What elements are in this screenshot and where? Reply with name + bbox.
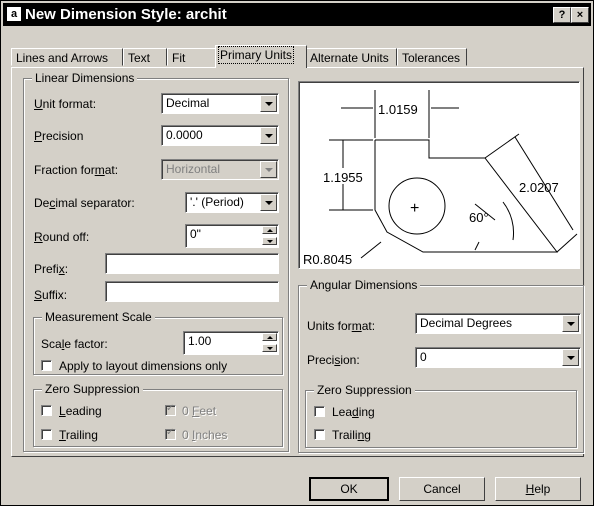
inches-checkbox	[165, 427, 176, 440]
close-button[interactable]: ×	[571, 7, 589, 23]
dimension-preview: 1.0159 1.1955 2.0207 60° R0.8045 +	[298, 81, 580, 269]
precision-select[interactable]: 0.0000	[161, 125, 279, 146]
tab-lines-and-arrows[interactable]: Lines and Arrows	[11, 48, 123, 66]
angular-units-format-select[interactable]: Decimal Degrees	[415, 313, 581, 334]
angle-text: 60°	[469, 210, 489, 225]
trailing-label: Trailing	[59, 428, 98, 442]
tab-text[interactable]: Text	[123, 48, 167, 66]
dim-right-text: 2.0207	[519, 180, 559, 195]
tab-tolerances[interactable]: Tolerances	[397, 48, 467, 66]
units-format-label: Units format:	[307, 319, 376, 333]
feet-label: 0 Feet	[182, 404, 217, 418]
fraction-format-label: Fraction format:	[34, 163, 119, 177]
suffix-label: Suffix:	[34, 288, 68, 302]
trailing-checkbox[interactable]	[41, 429, 52, 440]
window-title: New Dimension Style: archit	[25, 6, 227, 23]
fraction-format-select: Horizontal	[161, 159, 279, 180]
zero-suppression-angular-legend: Zero Suppression	[314, 383, 415, 397]
app-icon: a	[7, 7, 21, 21]
unit-format-label: Unit format:	[34, 97, 97, 111]
decimal-separator-select[interactable]: '.' (Period)	[185, 192, 279, 213]
radius-text: R0.8045	[303, 252, 352, 267]
cancel-button[interactable]: Cancel	[399, 477, 485, 501]
zero-suppression-linear-legend: Zero Suppression	[42, 382, 143, 396]
tab-fit[interactable]: Fit	[167, 48, 217, 66]
chevron-down-icon[interactable]	[260, 194, 277, 211]
precision-label: Precision	[34, 129, 84, 143]
part-outline	[374, 139, 559, 253]
angular-leading-label: Leading	[332, 405, 375, 419]
ok-button[interactable]: OK	[309, 477, 389, 501]
chevron-down-icon[interactable]	[562, 349, 579, 366]
tab-primary-units[interactable]: Primary Units	[215, 45, 307, 68]
scale-factor-spinner[interactable]: 1.00	[183, 331, 279, 355]
angular-precision-select[interactable]: 0	[415, 347, 581, 368]
tab-alternate-units[interactable]: Alternate Units	[305, 48, 397, 66]
dimension-style-dialog: a New Dimension Style: archit ? × Lines …	[0, 0, 594, 506]
leading-checkbox[interactable]	[41, 405, 52, 416]
help-question-button[interactable]: ?	[553, 7, 571, 23]
linear-dimensions-legend: Linear Dimensions	[32, 71, 138, 85]
scale-factor-label: Scale factor:	[41, 337, 108, 351]
leading-label: Leading	[59, 404, 102, 418]
prefix-input[interactable]	[105, 253, 279, 274]
chevron-down-icon[interactable]	[260, 127, 277, 144]
feet-checkbox	[165, 403, 176, 416]
angular-trailing-label: Trailing	[332, 428, 371, 442]
decimal-separator-label: Decimal separator:	[34, 196, 135, 210]
apply-layout-label: Apply to layout dimensions only	[59, 359, 228, 373]
spin-up-icon[interactable]	[262, 226, 277, 234]
apply-layout-checkbox[interactable]	[41, 360, 52, 371]
spin-down-icon[interactable]	[262, 344, 277, 352]
help-button[interactable]: Help	[495, 477, 581, 501]
spin-down-icon[interactable]	[262, 237, 277, 245]
suffix-input[interactable]	[105, 281, 279, 302]
title-bar: a New Dimension Style: archit ? ×	[3, 3, 591, 26]
round-off-label: Round off:	[34, 230, 90, 244]
chevron-down-icon[interactable]	[260, 95, 277, 112]
chevron-down-icon[interactable]	[562, 315, 579, 332]
spin-up-icon[interactable]	[262, 333, 277, 341]
angular-precision-label: Precision:	[307, 353, 360, 367]
angular-dimensions-legend: Angular Dimensions	[307, 278, 421, 292]
preview-drawing: 1.0159 1.1955 2.0207 60° R0.8045 +	[303, 90, 578, 267]
round-off-spinner[interactable]: 0"	[185, 224, 279, 248]
angular-leading-checkbox[interactable]	[314, 406, 325, 417]
chevron-down-icon	[260, 161, 277, 178]
center-mark-icon: +	[410, 200, 419, 217]
measurement-scale-legend: Measurement Scale	[42, 310, 155, 324]
angular-trailing-checkbox[interactable]	[314, 429, 325, 440]
inches-label: 0 Inches	[182, 428, 228, 442]
prefix-label: Prefix:	[34, 262, 69, 276]
dim-top-text: 1.0159	[378, 102, 418, 117]
unit-format-select[interactable]: Decimal	[161, 93, 279, 114]
dim-left-text: 1.1955	[323, 170, 363, 185]
